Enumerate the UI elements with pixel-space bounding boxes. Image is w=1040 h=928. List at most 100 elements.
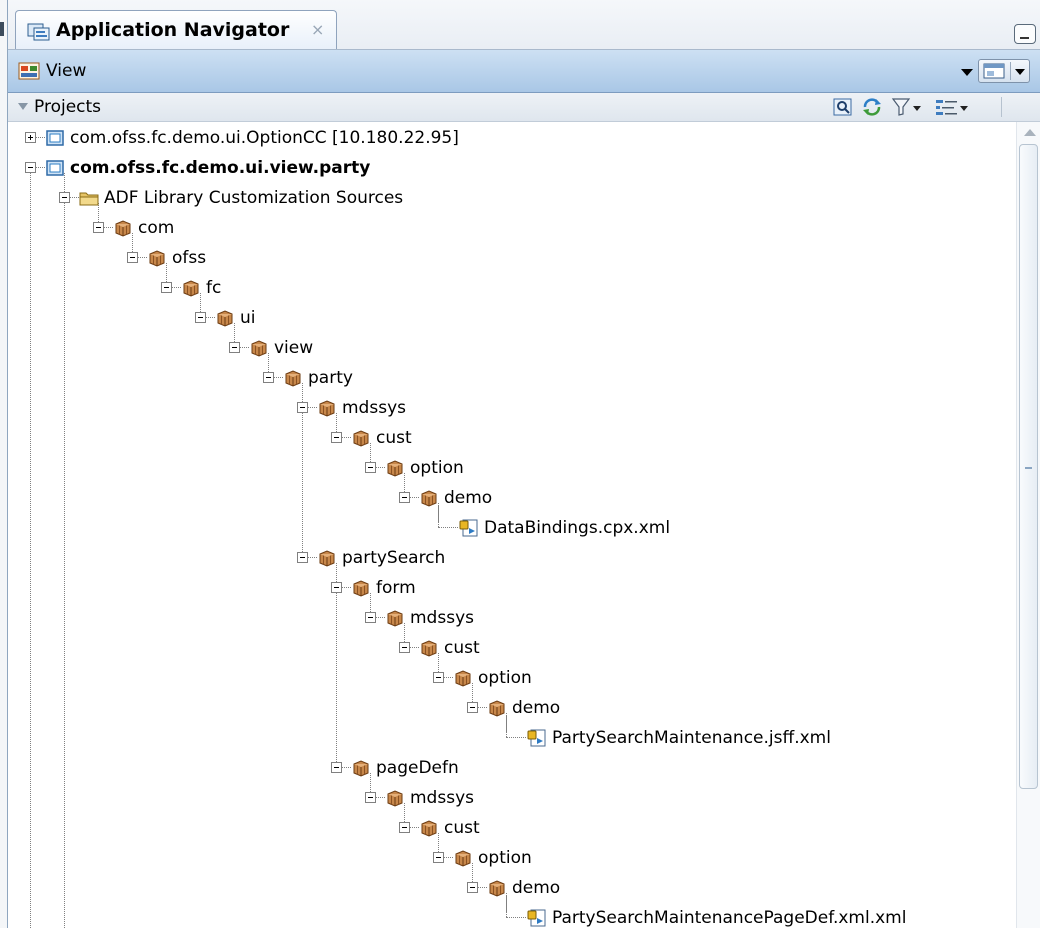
- layout-button-divider: [1010, 62, 1011, 80]
- tree-connector: [308, 557, 317, 558]
- scrollbar-grip: [1025, 467, 1032, 469]
- collapse-toggle-icon[interactable]: [467, 702, 478, 713]
- expand-toggle-icon[interactable]: [25, 132, 36, 143]
- tree-connector: [240, 347, 249, 348]
- collapse-toggle-icon[interactable]: [365, 792, 376, 803]
- collapse-toggle-icon[interactable]: [365, 462, 376, 473]
- tree-connector: [444, 677, 453, 678]
- collapse-toggle-icon[interactable]: [399, 492, 410, 503]
- toolbar-divider: [1001, 97, 1002, 117]
- scroll-up-arrow-icon[interactable]: [1024, 129, 1036, 136]
- tree-node-label: com.ofss.fc.demo.ui.OptionCC [10.180.22.…: [70, 128, 459, 148]
- collapse-toggle-icon[interactable]: [127, 252, 138, 263]
- tree-node-label: form: [376, 578, 416, 598]
- tree-node-label: cust: [444, 818, 480, 838]
- minimize-button[interactable]: [1014, 24, 1036, 44]
- tree-node-label: demo: [512, 698, 561, 718]
- collapse-toggle-icon[interactable]: [467, 882, 478, 893]
- package-icon: [387, 790, 403, 807]
- application-navigator-icon: [27, 23, 50, 41]
- view-icon: [18, 62, 40, 80]
- tree-node-label: option: [478, 848, 532, 868]
- project-tree[interactable]: com.ofss.fc.demo.ui.OptionCC [10.180.22.…: [8, 122, 1016, 928]
- layout-dropdown-arrow-icon[interactable]: [1015, 69, 1025, 75]
- tree-node-label: option: [410, 458, 464, 478]
- package-icon: [183, 280, 199, 297]
- tree-connector: [478, 887, 487, 888]
- view-selector-bar[interactable]: View: [8, 50, 1040, 93]
- xml-file-icon: [527, 909, 546, 927]
- collapse-toggle-icon[interactable]: [433, 852, 444, 863]
- collapse-toggle-icon[interactable]: [331, 582, 342, 593]
- package-icon: [489, 700, 505, 717]
- package-icon: [421, 820, 437, 837]
- tree-node-label: com: [138, 218, 175, 238]
- view-dropdown-arrow-icon[interactable]: [961, 69, 973, 76]
- tree-node-label: fc: [206, 278, 222, 298]
- tree-guide: [64, 203, 65, 928]
- collapse-toggle-icon[interactable]: [433, 672, 444, 683]
- tree-connector: [410, 497, 419, 498]
- tree-node-label: PartySearchMaintenance.jsff.xml: [552, 728, 831, 748]
- collapse-toggle-icon[interactable]: [331, 432, 342, 443]
- collapse-toggle-icon[interactable]: [297, 552, 308, 563]
- vertical-scrollbar[interactable]: [1016, 122, 1040, 928]
- navigator-layout-button[interactable]: [978, 59, 1030, 83]
- tree-node-label: ui: [240, 308, 256, 328]
- collapse-toggle-icon[interactable]: [399, 642, 410, 653]
- collapse-toggle-icon[interactable]: [331, 762, 342, 773]
- collapse-toggle-icon[interactable]: [195, 312, 206, 323]
- tree-connector: [206, 317, 215, 318]
- tab-application-navigator[interactable]: Application Navigator ×: [15, 10, 337, 49]
- tree-connector: [36, 167, 45, 168]
- collapse-toggle-icon[interactable]: [59, 192, 70, 203]
- collapse-toggle-icon[interactable]: [365, 612, 376, 623]
- tree-connector: [376, 467, 385, 468]
- tree-connector: [506, 917, 526, 918]
- tree-connector: [172, 287, 181, 288]
- tree-connector: [138, 257, 147, 258]
- collapse-toggle-icon[interactable]: [161, 282, 172, 293]
- collapse-toggle-icon[interactable]: [25, 162, 36, 173]
- tree-connector: [342, 587, 351, 588]
- tree-node-label: demo: [444, 488, 493, 508]
- projects-label: Projects: [34, 97, 102, 117]
- tree-connector: [410, 647, 419, 648]
- collapse-toggle-icon[interactable]: [263, 372, 274, 383]
- filter-icon[interactable]: [891, 97, 923, 117]
- tree-connector: [444, 857, 453, 858]
- tree-node-label: ADF Library Customization Sources: [104, 188, 404, 208]
- sort-icon[interactable]: [934, 97, 970, 117]
- tree-node-label: PartySearchMaintenancePageDef.xml.xml: [552, 908, 907, 928]
- tree-connector: [342, 437, 351, 438]
- tree-connector: [104, 227, 113, 228]
- package-icon: [353, 760, 369, 777]
- tree-node-label: cust: [444, 638, 480, 658]
- sync-icon[interactable]: [861, 97, 883, 117]
- projects-header[interactable]: Projects: [8, 93, 1040, 122]
- xml-file-icon: [527, 729, 546, 747]
- collapse-toggle-icon[interactable]: [229, 342, 240, 353]
- xml-file-icon: [459, 519, 478, 537]
- collapse-toggle-icon[interactable]: [93, 222, 104, 233]
- tree-connector: [506, 737, 526, 738]
- tree-connector: [438, 527, 458, 528]
- tree-node-label: ofss: [172, 248, 207, 268]
- tab-close-icon[interactable]: ×: [311, 20, 324, 39]
- collapse-toggle-icon[interactable]: [399, 822, 410, 833]
- tree-connector: [376, 617, 385, 618]
- tree-connector: [342, 767, 351, 768]
- collapse-triangle-icon[interactable]: [18, 103, 28, 110]
- tree-node-label: partySearch: [342, 548, 446, 568]
- layout-icon: [983, 63, 1005, 79]
- package-icon: [421, 490, 437, 507]
- package-icon: [387, 460, 403, 477]
- scrollbar-thumb[interactable]: [1019, 144, 1038, 789]
- tree-node-label: option: [478, 668, 532, 688]
- package-icon: [353, 430, 369, 447]
- collapse-toggle-icon[interactable]: [297, 402, 308, 413]
- package-icon: [285, 370, 301, 387]
- tree-node-label: com.ofss.fc.demo.ui.view.party: [70, 158, 371, 178]
- search-icon[interactable]: [833, 97, 853, 117]
- tree-connector: [478, 707, 487, 708]
